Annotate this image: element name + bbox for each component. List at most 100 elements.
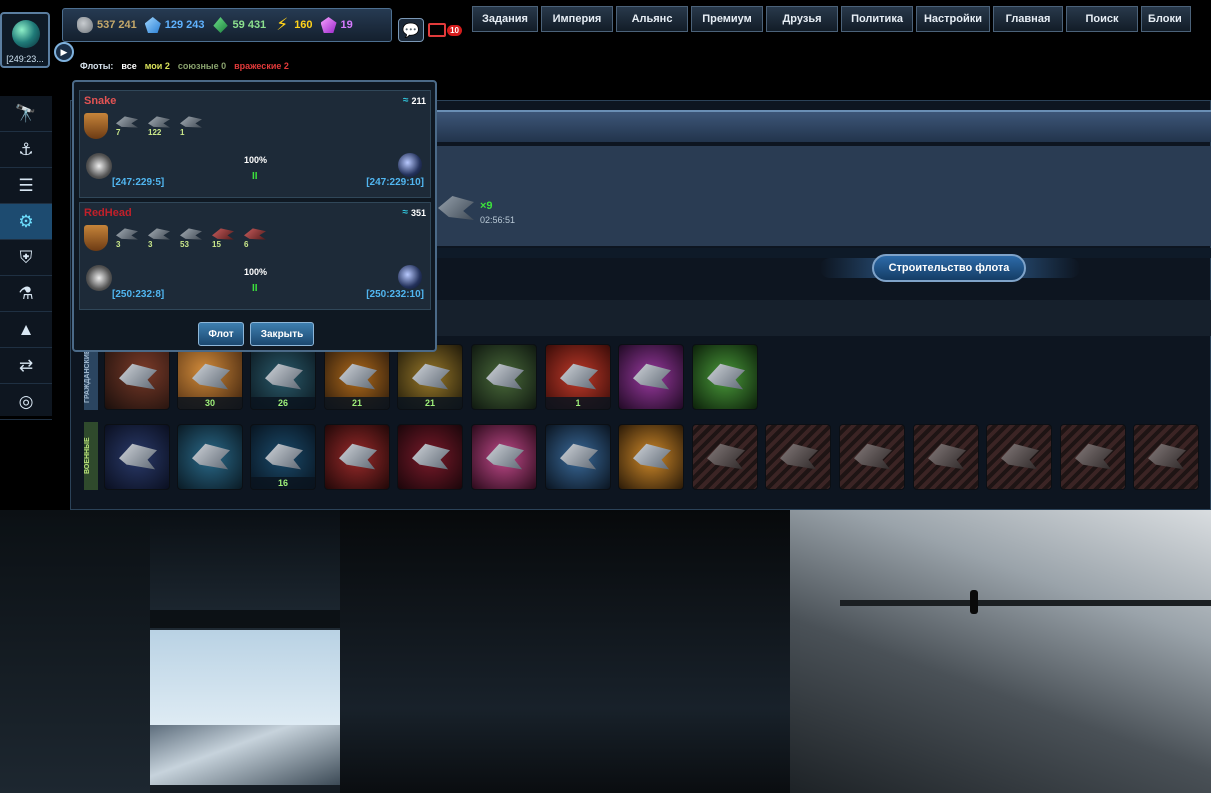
ship-count: 26 bbox=[251, 397, 315, 409]
list-icon: ☰ bbox=[18, 175, 34, 195]
ship-count: 16 bbox=[251, 477, 315, 489]
left-sidebar: 🔭 ⚓ ☰ ⚙ ⛨ ⚗ ▲ ⇄ ◎ bbox=[0, 96, 52, 420]
background-bridge bbox=[840, 600, 1211, 606]
nav-tab-main[interactable]: Главная bbox=[993, 6, 1063, 32]
fleets-filter-ally[interactable]: союзные 0 bbox=[178, 61, 226, 71]
sidebar-galaxy[interactable]: 🔭 bbox=[0, 96, 52, 132]
fleet-destination[interactable]: [247:229:10] bbox=[366, 177, 424, 188]
fleet-ship-count: 3 bbox=[116, 240, 121, 249]
military-ship-tile[interactable] bbox=[324, 424, 390, 490]
fleet-origin[interactable]: [250:232:8] bbox=[112, 289, 164, 300]
civil-ship-tile[interactable] bbox=[692, 344, 758, 410]
dark-matter-icon bbox=[320, 17, 337, 33]
nav-tab-search[interactable]: Поиск bbox=[1066, 6, 1138, 32]
sidebar-list[interactable]: ☰ bbox=[0, 168, 52, 204]
sidebar-shipyard[interactable]: ⚙ bbox=[0, 204, 52, 240]
ship-icon bbox=[116, 116, 138, 128]
fleets-filter-my[interactable]: мои 2 bbox=[145, 61, 170, 71]
sidebar-fleet[interactable]: ▲ bbox=[0, 312, 52, 348]
sidebar-research[interactable]: ⚗ bbox=[0, 276, 52, 312]
planet-avatar[interactable]: [249:23... bbox=[0, 12, 50, 68]
fleet-card[interactable]: RedHead ≈351 3 3 53 15 6 [250:232:8] 100… bbox=[79, 202, 431, 310]
fleets-filter-enemy[interactable]: вражеские 2 bbox=[234, 61, 289, 71]
gear-icon: ⚙ bbox=[18, 211, 34, 231]
fleet-ship-count: 6 bbox=[244, 240, 249, 249]
nav-tab-tasks[interactable]: Задания bbox=[472, 6, 538, 32]
nav-tab-settings[interactable]: Настройки bbox=[916, 6, 990, 32]
panel-sub-band bbox=[436, 300, 1211, 336]
military-ship-tile[interactable] bbox=[618, 424, 684, 490]
civil-ship-tile[interactable] bbox=[618, 344, 684, 410]
sidebar-radar[interactable]: ◎ bbox=[0, 384, 52, 420]
military-ship-tile-locked[interactable] bbox=[1133, 424, 1199, 490]
military-ship-tile[interactable] bbox=[397, 424, 463, 490]
civil-ship-tile[interactable] bbox=[104, 344, 170, 410]
destination-planet-icon bbox=[398, 153, 422, 177]
fleet-power-value: 211 bbox=[411, 95, 426, 106]
nav-tab-empire[interactable]: Империя bbox=[541, 6, 613, 32]
metal-value: 537 241 bbox=[97, 19, 137, 31]
military-ship-tile[interactable] bbox=[177, 424, 243, 490]
wings-icon: ≈ bbox=[402, 95, 409, 106]
civil-ships-label: ГРАЖДАНСКИЕ bbox=[84, 342, 98, 410]
fleet-ship: 3 bbox=[146, 225, 172, 249]
civil-ship-tile[interactable]: 1 bbox=[545, 344, 611, 410]
ship-count: 30 bbox=[178, 397, 242, 409]
military-ship-tile-locked[interactable] bbox=[692, 424, 758, 490]
energy-value: 160 bbox=[294, 19, 313, 31]
queue-count: ×9 bbox=[480, 200, 493, 212]
fleet-ship: 15 bbox=[210, 225, 236, 249]
ship-icon bbox=[339, 443, 377, 470]
fleet-ships: 3 3 53 15 6 bbox=[114, 225, 268, 249]
resources-bar: 537 241 129 243 59 431 ⚡ 160 19 bbox=[62, 8, 392, 42]
ship-icon bbox=[265, 363, 303, 390]
nav-tab-blocks[interactable]: Блоки bbox=[1141, 6, 1191, 32]
sidebar-defense[interactable]: ⛨ bbox=[0, 240, 52, 276]
rocket-icon: ▲ bbox=[17, 319, 35, 339]
civil-ship-tile[interactable]: 30 bbox=[177, 344, 243, 410]
fleet-ship: 53 bbox=[178, 225, 204, 249]
fleet-destination[interactable]: [250:232:10] bbox=[366, 289, 424, 300]
fleet-ship: 3 bbox=[114, 225, 140, 249]
shield-icon: ⛨ bbox=[19, 247, 33, 267]
ship-icon bbox=[265, 443, 303, 470]
fleet-card[interactable]: Snake ≈211 7 122 1 [247:229:5] 100% II [… bbox=[79, 90, 431, 198]
background-beam bbox=[150, 610, 340, 628]
military-ship-tile-locked[interactable] bbox=[913, 424, 979, 490]
military-ship-tile[interactable] bbox=[104, 424, 170, 490]
background-mountains bbox=[150, 725, 340, 785]
military-ship-tile[interactable] bbox=[545, 424, 611, 490]
deuterium-value: 59 431 bbox=[232, 19, 267, 31]
fleets-filter-all[interactable]: все bbox=[121, 61, 136, 71]
crystal-icon bbox=[144, 17, 161, 33]
military-ship-tile-locked[interactable] bbox=[986, 424, 1052, 490]
fleet-origin[interactable]: [247:229:5] bbox=[112, 177, 164, 188]
close-button[interactable]: Закрыть bbox=[250, 322, 314, 346]
crystal-value: 129 243 bbox=[164, 19, 205, 31]
sidebar-buildings[interactable]: ⚓ bbox=[0, 132, 52, 168]
military-ship-tile-locked[interactable] bbox=[765, 424, 831, 490]
military-ship-tile[interactable]: 16 bbox=[250, 424, 316, 490]
fleets-label: Флоты: bbox=[80, 61, 114, 71]
civil-ship-tile[interactable]: 26 bbox=[250, 344, 316, 410]
military-ship-tile[interactable] bbox=[471, 424, 537, 490]
civil-ship-tile[interactable]: 21 bbox=[324, 344, 390, 410]
build-fleet-button[interactable]: Строительство флота bbox=[872, 254, 1026, 282]
nav-tab-friends[interactable]: Друзья bbox=[766, 6, 838, 32]
military-ship-tile-locked[interactable] bbox=[839, 424, 905, 490]
fleet-power: ≈211 bbox=[403, 95, 426, 106]
military-ship-tile-locked[interactable] bbox=[1060, 424, 1126, 490]
nav-tab-premium[interactable]: Премиум bbox=[691, 6, 763, 32]
civil-ship-tile[interactable] bbox=[471, 344, 537, 410]
ship-icon bbox=[1075, 443, 1113, 470]
mail-button[interactable]: 10 bbox=[428, 18, 462, 42]
fleet-ship-count: 7 bbox=[116, 128, 121, 137]
nav-tab-alliance[interactable]: Альянс bbox=[616, 6, 688, 32]
fleet-button[interactable]: Флот bbox=[198, 322, 244, 346]
civil-ship-tile[interactable]: 21 bbox=[397, 344, 463, 410]
play-button[interactable]: ▶ bbox=[54, 42, 74, 62]
fleet-ship-count: 1 bbox=[180, 128, 185, 137]
chat-button[interactable]: 💬 bbox=[398, 18, 424, 42]
nav-tab-politics[interactable]: Политика bbox=[841, 6, 913, 32]
sidebar-trade[interactable]: ⇄ bbox=[0, 348, 52, 384]
